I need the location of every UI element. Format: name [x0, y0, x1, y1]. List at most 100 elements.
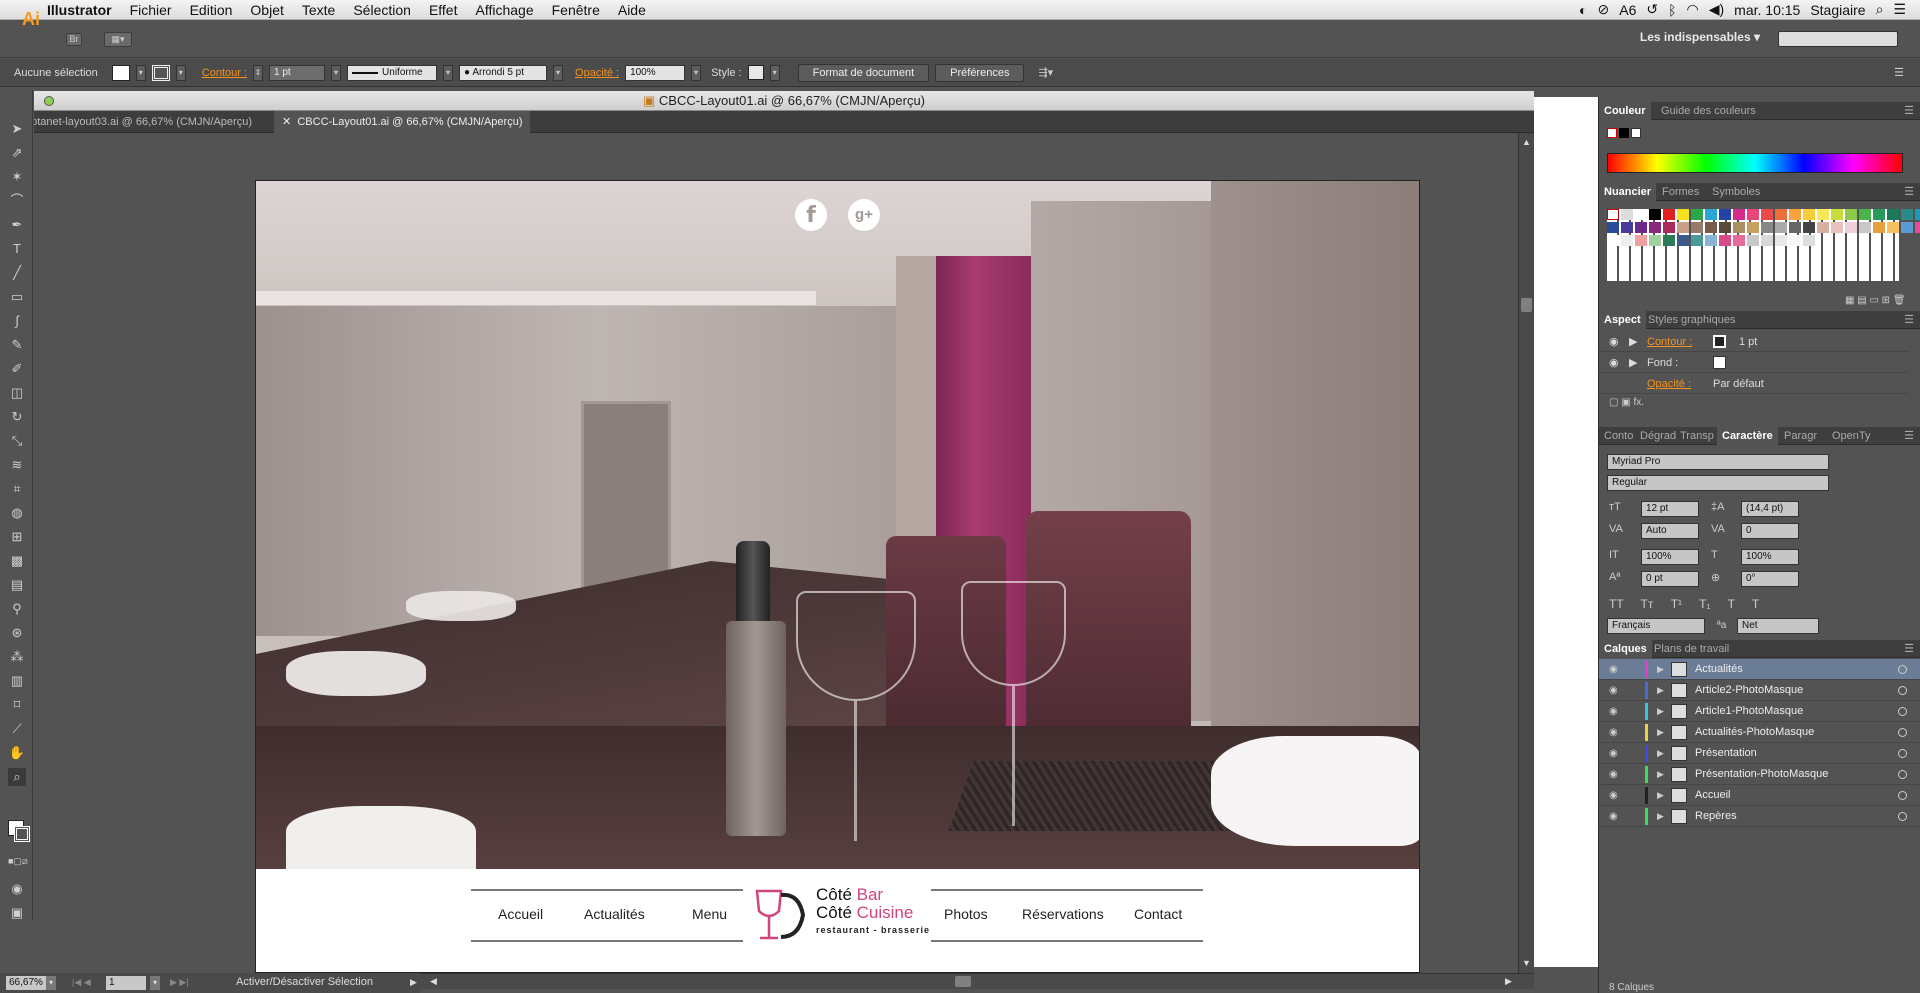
- opacity-dropdown[interactable]: ▾: [691, 64, 702, 81]
- vertical-scale-field[interactable]: 100%: [1641, 549, 1699, 565]
- expand-arrow-icon[interactable]: ▶: [1657, 659, 1664, 680]
- horizontal-scroll-thumb[interactable]: [955, 976, 971, 987]
- scroll-right-icon[interactable]: ▶: [1505, 976, 1512, 987]
- eye-icon[interactable]: ◉: [1609, 356, 1619, 369]
- layer-target-icon[interactable]: [1898, 665, 1907, 674]
- panel-menu-icon[interactable]: ☰: [1899, 102, 1919, 120]
- pencil-tool-icon[interactable]: ✎: [8, 336, 26, 354]
- shape-builder-tool-icon[interactable]: ◍: [8, 504, 26, 522]
- menu-affichage[interactable]: Affichage: [466, 2, 542, 18]
- panel-menu-icon[interactable]: ☰: [1899, 640, 1919, 658]
- baseline-shift-field[interactable]: 0 pt: [1641, 571, 1699, 587]
- horizontal-scale-field[interactable]: 100%: [1741, 549, 1799, 565]
- preferences-button[interactable]: Préférences: [935, 63, 1025, 82]
- layer-row[interactable]: ◉ ▶ Présentation: [1599, 743, 1920, 764]
- menu-app-name[interactable]: Illustrator: [38, 2, 121, 18]
- slice-tool-icon[interactable]: ⟋: [8, 720, 26, 738]
- aspect-opacite-label[interactable]: Opacité :: [1647, 378, 1691, 390]
- menu-fichier[interactable]: Fichier: [121, 2, 181, 18]
- layer-target-icon[interactable]: [1898, 812, 1907, 821]
- arrange-icon[interactable]: ⇶▾: [1038, 66, 1053, 79]
- aspect-row-opacite[interactable]: Opacité : Par défaut: [1599, 374, 1909, 394]
- eye-icon[interactable]: ◉: [1609, 743, 1618, 764]
- panel-menu-icon[interactable]: ☰: [1899, 427, 1919, 445]
- style-swatch[interactable]: [747, 65, 764, 80]
- tab-contour[interactable]: Conto: [1599, 427, 1638, 445]
- do-not-disturb-icon[interactable]: ⊘: [1598, 1, 1610, 18]
- layer-name[interactable]: Article2-PhotoMasque: [1695, 680, 1803, 701]
- vertical-scrollbar[interactable]: ▲ ▼: [1518, 133, 1534, 973]
- layer-row[interactable]: ◉ ▶ Accueil: [1599, 785, 1920, 806]
- tab-ptanet-layout03[interactable]: ptanet-layout03.ai @ 66,67% (CMJN/Aperçu…: [34, 111, 260, 133]
- blend-tool-icon[interactable]: ⊛: [8, 624, 26, 642]
- scroll-down-icon[interactable]: ▼: [1522, 958, 1531, 968]
- swatch-panel-actions[interactable]: ▦ ▤ ▭ ⊞ 🗑: [1845, 295, 1906, 306]
- tab-close-icon[interactable]: ✕: [282, 116, 291, 128]
- eye-icon[interactable]: ◉: [1609, 701, 1618, 722]
- layer-target-icon[interactable]: [1898, 707, 1907, 716]
- hand-tool-icon[interactable]: ✋: [8, 744, 26, 762]
- window-zoom-button[interactable]: [44, 96, 54, 106]
- eye-icon[interactable]: ◉: [1609, 806, 1618, 827]
- brush-select[interactable]: ● Arrondi 5 pt: [459, 64, 548, 81]
- layer-name[interactable]: Présentation: [1695, 743, 1757, 764]
- wifi-icon[interactable]: ◠: [1687, 1, 1699, 18]
- scale-tool-icon[interactable]: ⤡: [8, 432, 26, 450]
- eraser-tool-icon[interactable]: ◫: [8, 384, 26, 402]
- layer-target-icon[interactable]: [1898, 686, 1907, 695]
- menubar-user[interactable]: Stagiaire: [1810, 2, 1865, 18]
- column-graph-tool-icon[interactable]: ▥: [8, 672, 26, 690]
- aspect-add-stroke-icon[interactable]: ▢ ▣ fx.: [1609, 397, 1644, 408]
- aspect-fill-swatch[interactable]: [1713, 356, 1726, 369]
- volume-icon[interactable]: ◀): [1709, 1, 1724, 18]
- symbol-sprayer-tool-icon[interactable]: ⁂: [8, 648, 26, 666]
- document-format-button[interactable]: Format de document: [797, 63, 930, 82]
- swatch-grid[interactable]: [1607, 209, 1920, 281]
- layer-name[interactable]: Actualités: [1695, 659, 1743, 680]
- menu-fenetre[interactable]: Fenêtre: [543, 2, 609, 18]
- tab-transparence[interactable]: Transp: [1675, 427, 1719, 445]
- eye-icon[interactable]: ◉: [1609, 722, 1618, 743]
- expand-arrow-icon[interactable]: ▶: [1657, 743, 1664, 764]
- magic-wand-tool-icon[interactable]: ✶: [8, 168, 26, 186]
- nav-accueil[interactable]: Accueil: [498, 906, 543, 922]
- opacity-field[interactable]: 100%: [625, 64, 686, 81]
- brush-dropdown[interactable]: ▾: [553, 64, 564, 81]
- zoom-dropdown[interactable]: ▾: [46, 976, 56, 990]
- eye-icon[interactable]: ◉: [1609, 335, 1619, 348]
- bridge-button[interactable]: Br: [66, 33, 82, 46]
- screen-mode-icon[interactable]: ▣: [8, 904, 26, 922]
- bluetooth-icon[interactable]: ᛒ: [1668, 2, 1676, 18]
- adobe-status-icon[interactable]: A6: [1619, 2, 1636, 18]
- tab-couleur[interactable]: Couleur: [1599, 102, 1651, 120]
- layer-name[interactable]: Article1-PhotoMasque: [1695, 701, 1803, 722]
- eye-icon[interactable]: ◉: [1609, 764, 1618, 785]
- scroll-left-icon[interactable]: ◀: [430, 976, 437, 987]
- layer-target-icon[interactable]: [1898, 770, 1907, 779]
- gradient-tool-icon[interactable]: ▤: [8, 576, 26, 594]
- white-swatch[interactable]: [1631, 128, 1641, 138]
- mesh-tool-icon[interactable]: ▩: [8, 552, 26, 570]
- expand-arrow-icon[interactable]: ▶: [1657, 764, 1664, 785]
- drawing-mode-icon[interactable]: ◉: [8, 880, 26, 898]
- layer-name[interactable]: Repères: [1695, 806, 1737, 827]
- color-mode-icons[interactable]: ■▢⧄: [8, 852, 28, 870]
- font-family-select[interactable]: Myriad Pro: [1607, 454, 1829, 470]
- tab-plans-de-travail[interactable]: Plans de travail: [1649, 640, 1734, 658]
- color-spectrum[interactable]: [1607, 153, 1903, 173]
- aspect-contour-label[interactable]: Contour :: [1647, 336, 1692, 348]
- none-swatch[interactable]: [1607, 128, 1617, 138]
- aspect-row-fond[interactable]: ◉ ▶ Fond :: [1599, 353, 1909, 373]
- leading-field[interactable]: (14,4 pt): [1741, 501, 1799, 517]
- rectangle-tool-icon[interactable]: ▭: [8, 288, 26, 306]
- kerning-field[interactable]: Auto: [1641, 523, 1699, 539]
- color-picker-status-icon[interactable]: ◐: [1579, 2, 1587, 18]
- stroke-profile-dropdown[interactable]: ▾: [443, 64, 454, 81]
- aspect-row-contour[interactable]: ◉ ▶ Contour : 1 pt: [1599, 332, 1909, 352]
- nav-menu[interactable]: Menu: [692, 906, 727, 922]
- help-search-input[interactable]: [1778, 31, 1898, 47]
- expand-arrow-icon[interactable]: ▶: [1629, 356, 1637, 369]
- menubar-clock[interactable]: mar. 10:15: [1734, 2, 1800, 18]
- tab-nuancier[interactable]: Nuancier: [1599, 183, 1657, 201]
- contour-stepper[interactable]: ⇕: [253, 64, 264, 81]
